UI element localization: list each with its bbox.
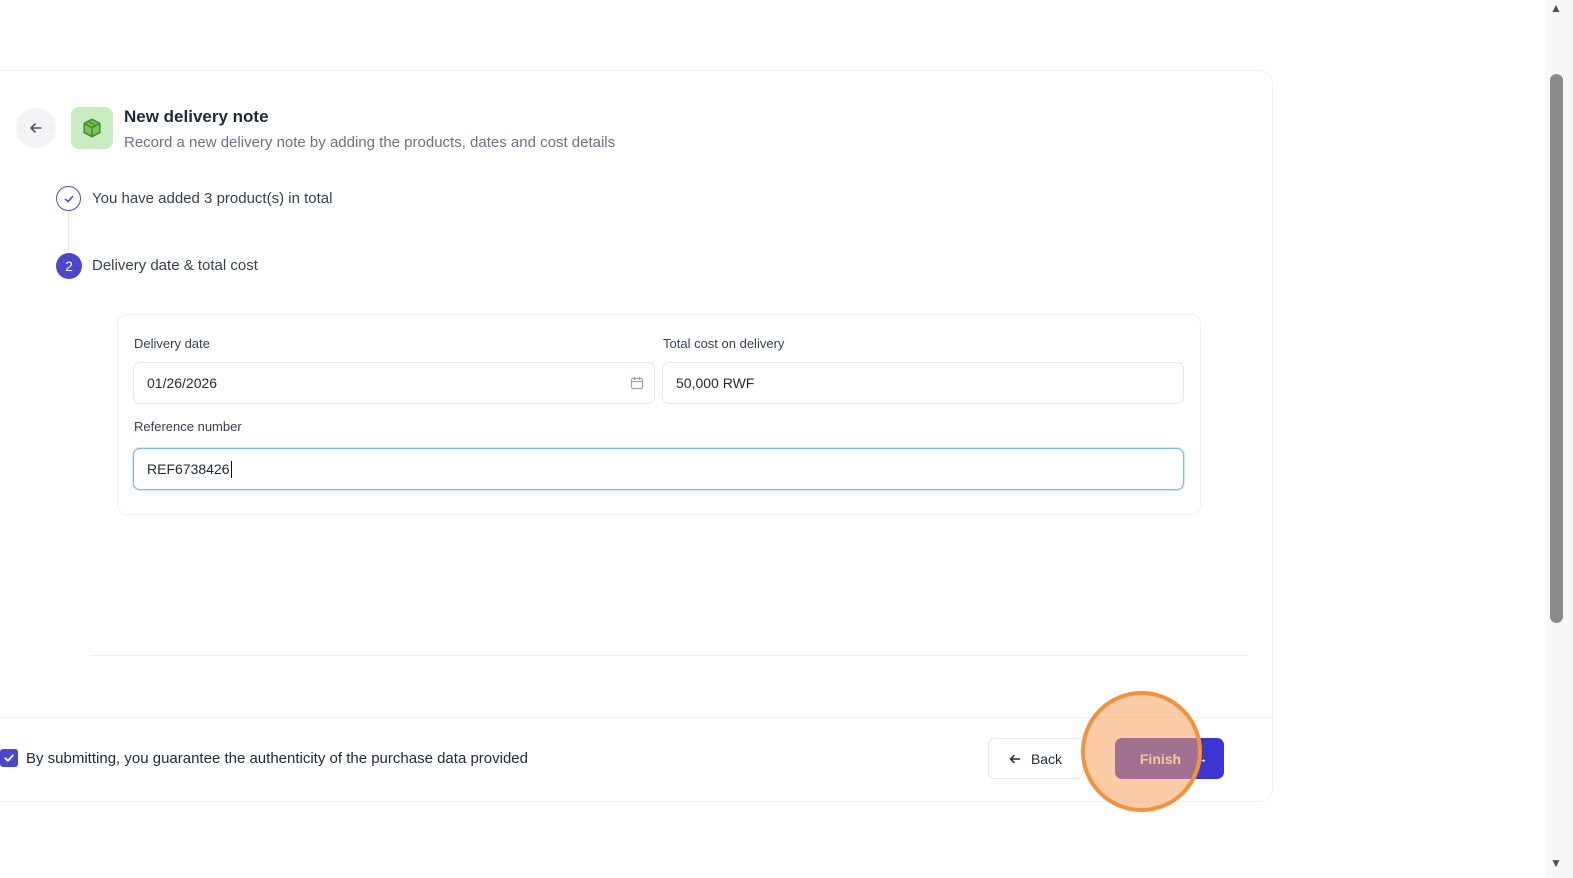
text-caret [230,460,232,478]
package-icon [83,118,101,138]
scrollbar-thumb[interactable] [1550,74,1563,623]
check-icon [4,754,14,762]
finish-button-label: Finish [1139,750,1182,767]
check-icon [64,195,73,202]
consent-checkbox[interactable] [0,749,18,767]
scroll-up-icon[interactable]: ▲ [1549,1,1563,15]
reference-number-input[interactable]: REF6738426 [133,448,1184,490]
step-connector [68,212,69,252]
delivery-date-input[interactable]: 01/26/2026 [133,362,655,404]
scroll-down-icon[interactable]: ▼ [1549,856,1563,870]
page-title: New delivery note [124,107,269,126]
delivery-date-value: 01/26/2026 [147,375,218,391]
arrow-left-icon [1009,754,1021,763]
arrow-left-icon [30,123,42,133]
arrow-right-icon: → [1194,750,1208,766]
finish-button[interactable]: Finish → [1115,738,1224,779]
page-subtitle: Record a new delivery note by adding the… [124,134,616,151]
step-2-number: 2 [56,253,82,279]
calendar-icon[interactable] [630,376,644,390]
footer-divider [0,717,1273,718]
total-cost-value: 50,000 RWF [676,375,755,391]
package-icon-tile [71,107,113,149]
page: New delivery note Record a new delivery … [0,0,1573,878]
total-cost-label: Total cost on delivery [663,336,785,351]
divider [90,655,1248,656]
header-back-button[interactable] [16,108,56,148]
step-2-label: Delivery date & total cost [92,257,258,274]
step-1-label: You have added 3 product(s) in total [92,190,333,207]
delivery-date-label: Delivery date [134,336,210,351]
reference-number-value: REF6738426 [147,461,230,477]
consent-text: By submitting, you guarantee the authent… [26,750,528,767]
back-button[interactable]: Back [988,738,1083,779]
reference-number-label: Reference number [134,419,242,434]
total-cost-input[interactable]: 50,000 RWF [662,362,1184,404]
step-completed-indicator [56,186,81,211]
back-button-label: Back [1030,750,1063,767]
